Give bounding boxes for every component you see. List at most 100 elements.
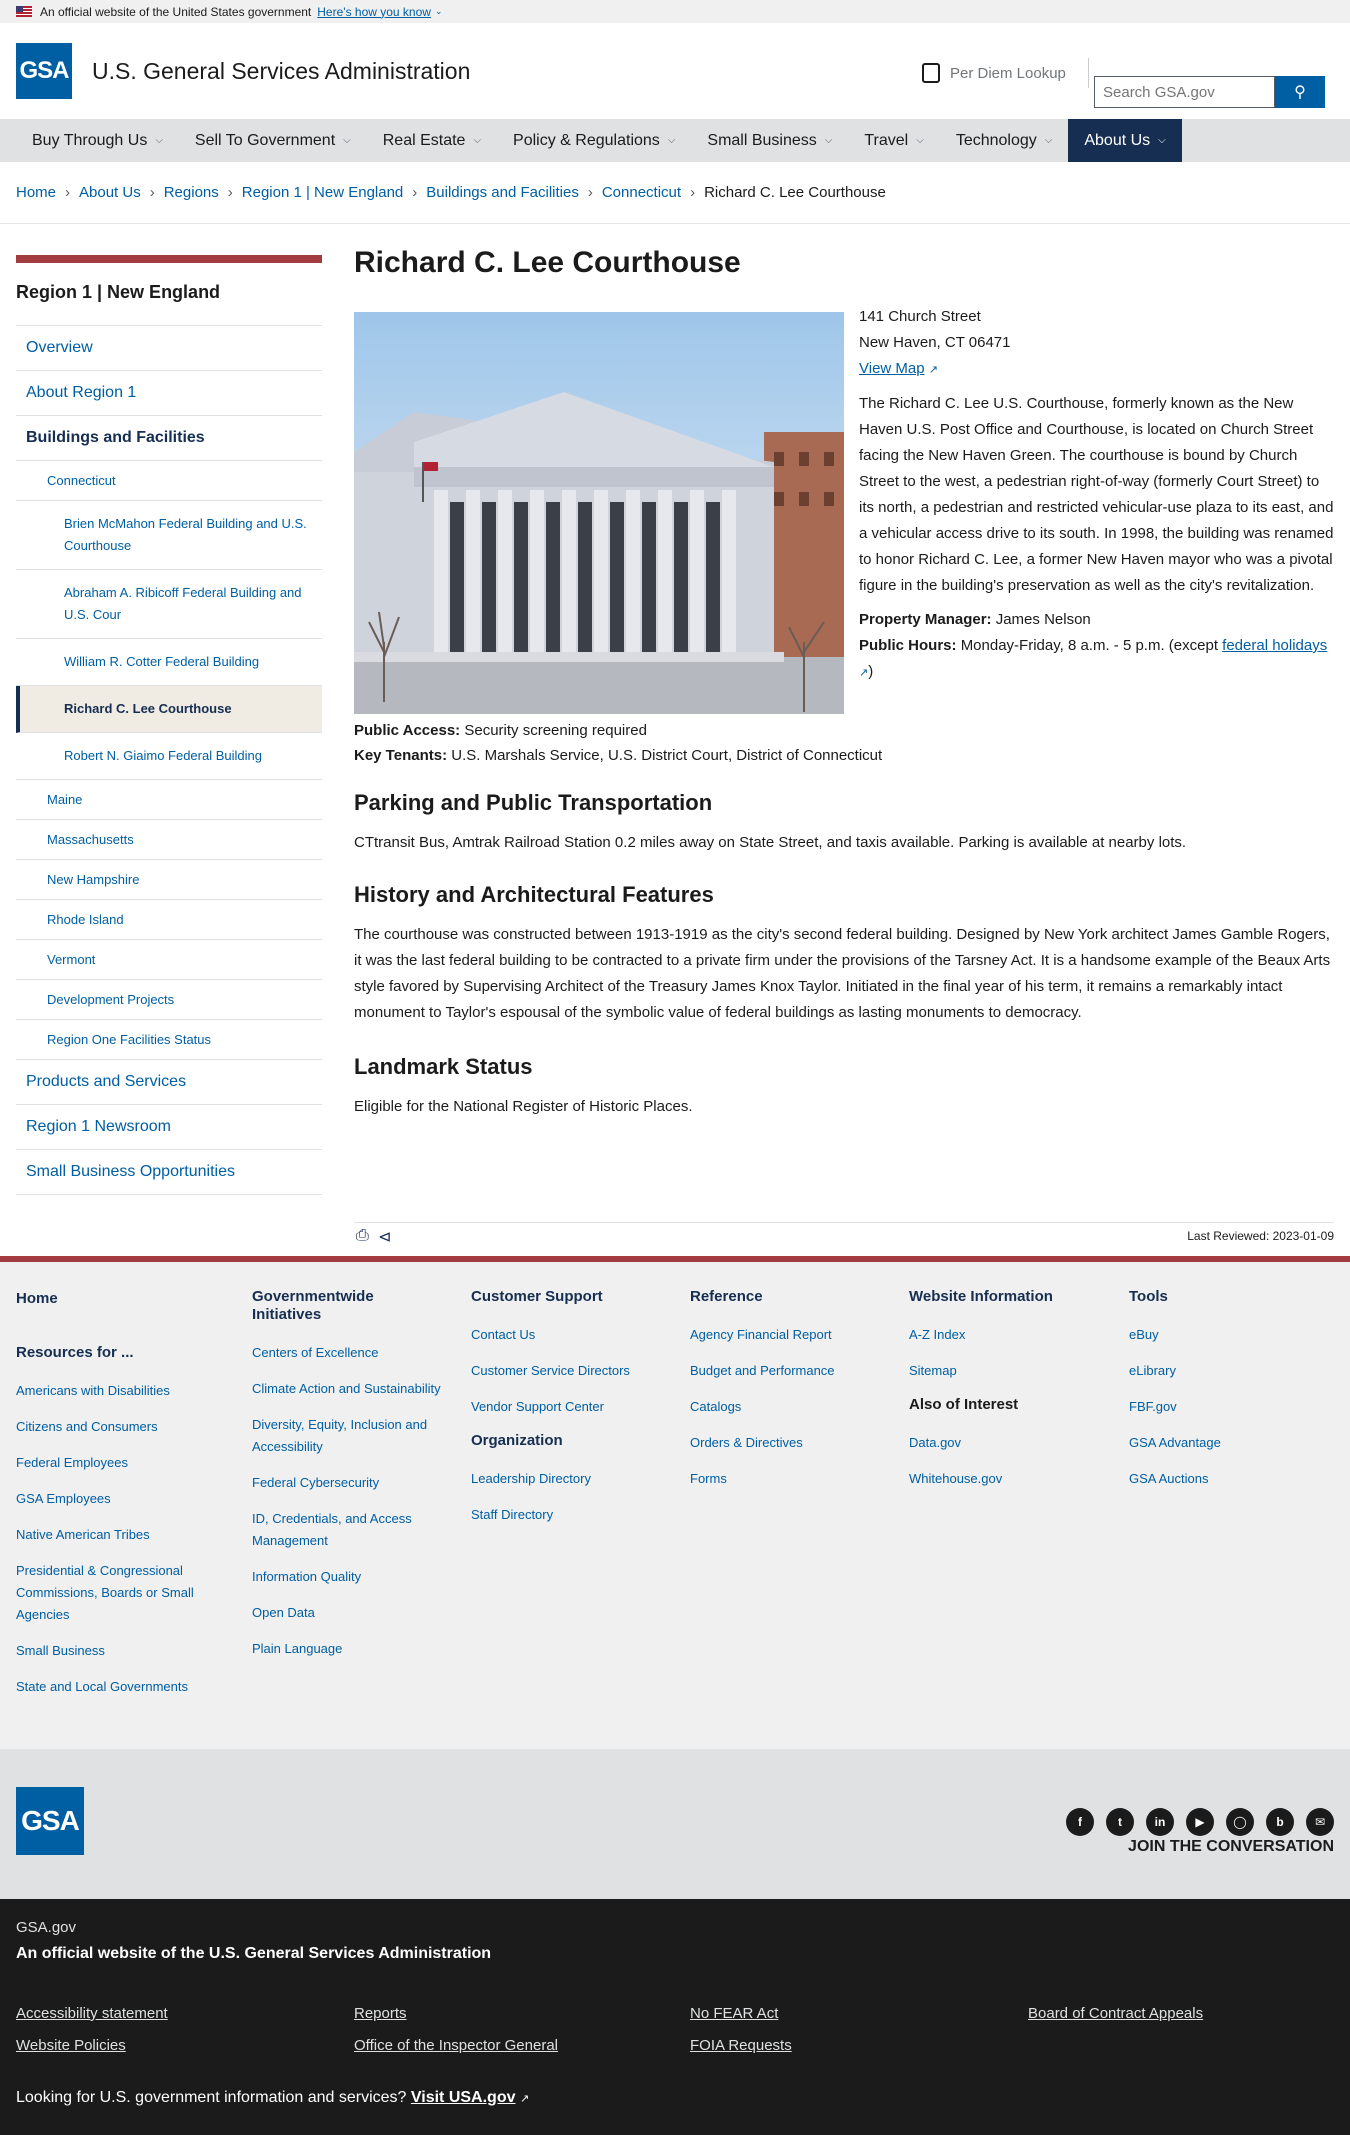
linkedin-icon[interactable]: in [1146,1808,1174,1836]
footer-link-diversity-equity-inclusion-and-accessibility[interactable]: Diversity, Equity, Inclusion and Accessi… [252,1414,447,1458]
footer-link-elibrary[interactable]: eLibrary [1129,1360,1319,1382]
email-icon[interactable]: ✉ [1306,1808,1334,1836]
chevron-down-icon: ⌵ [155,135,163,146]
gsa-logo[interactable]: GSA [16,43,72,99]
footer-link-presidential-congressional-commissions-boards-or-small-agencies[interactable]: Presidential & Congressional Commissions… [16,1560,216,1626]
breadcrumb-separator-icon: › [412,184,418,201]
how-you-know-link[interactable]: Here's how you know [317,5,431,19]
footer-link-information-quality[interactable]: Information Quality [252,1566,447,1588]
footer-link-id-credentials-and-access-management[interactable]: ID, Credentials, and Access Management [252,1508,447,1552]
footer-link-whitehouse-gov[interactable]: Whitehouse.gov [909,1468,1099,1490]
breadcrumb-regions[interactable]: Regions [164,184,219,201]
footer-link-native-american-tribes[interactable]: Native American Tribes [16,1524,216,1546]
gsa-footer-logo[interactable]: GSA [16,1787,84,1855]
nav-buy-through-us[interactable]: Buy Through Us ⌵ [16,119,179,162]
footer-link-budget-and-performance[interactable]: Budget and Performance [690,1360,880,1382]
sidebar-item-connecticut[interactable]: Connecticut [16,461,322,501]
instagram-icon[interactable]: ◯ [1226,1808,1254,1836]
footer-link-ebuy[interactable]: eBuy [1129,1324,1319,1346]
footer-link-contact-us[interactable]: Contact Us [471,1324,661,1346]
footer-link-forms[interactable]: Forms [690,1468,880,1490]
sidebar-item-william-r-cotter-federal-building[interactable]: William R. Cotter Federal Building [16,639,322,686]
per-diem-lookup-link[interactable]: Per Diem Lookup [922,58,1089,88]
footer-link-staff-directory[interactable]: Staff Directory [471,1504,661,1526]
breadcrumb-connecticut[interactable]: Connecticut [602,184,681,201]
footer-link-data-gov[interactable]: Data.gov [909,1432,1099,1454]
footer-link-sitemap[interactable]: Sitemap [909,1360,1099,1382]
footer-bottom-foia-requests[interactable]: FOIA Requests [690,2037,792,2054]
property-manager-value: James Nelson [995,611,1091,628]
breadcrumb-about-us[interactable]: About Us [79,184,141,201]
nav-technology[interactable]: Technology ⌵ [940,119,1069,162]
view-map-link[interactable]: View Map [859,360,925,377]
blog-icon[interactable]: b [1266,1808,1294,1836]
footer-link-citizens-and-consumers[interactable]: Citizens and Consumers [16,1416,216,1438]
courthouse-photo [354,312,844,714]
share-icon[interactable]: ⊲ [378,1227,391,1247]
search-button[interactable]: ⚲ [1275,76,1325,108]
footer-bottom-no-fear-act[interactable]: No FEAR Act [690,2005,778,2022]
footer-link-small-business[interactable]: Small Business [16,1640,216,1662]
nav-small-business[interactable]: Small Business ⌵ [691,119,848,162]
footer-link-state-and-local-governments[interactable]: State and Local Governments [16,1676,216,1698]
search-input[interactable] [1094,76,1275,108]
footer-bottom-office-of-the-inspector-general[interactable]: Office of the Inspector General [354,2037,558,2054]
breadcrumb-buildings-and-facilities[interactable]: Buildings and Facilities [426,184,579,201]
twitter-icon[interactable]: t [1106,1808,1134,1836]
footer-link-catalogs[interactable]: Catalogs [690,1396,880,1418]
footer-link-orders-directives[interactable]: Orders & Directives [690,1432,880,1454]
sidebar-item-richard-c-lee-courthouse[interactable]: Richard C. Lee Courthouse [16,686,322,733]
footer-link-plain-language[interactable]: Plain Language [252,1638,447,1660]
footer-link-open-data[interactable]: Open Data [252,1602,447,1624]
footer-home-link[interactable]: Home [16,1288,216,1310]
sidebar-item-massachusetts[interactable]: Massachusetts [16,820,322,860]
breadcrumb-region-1-new-england[interactable]: Region 1 | New England [242,184,404,201]
print-icon[interactable]: ⎙ [356,1227,369,1245]
sidebar-item-development-projects[interactable]: Development Projects [16,980,322,1020]
footer-link-americans-with-disabilities[interactable]: Americans with Disabilities [16,1380,216,1402]
external-link-icon: ↗ [928,364,938,376]
sidebar-item-about-region-1[interactable]: About Region 1 [16,371,322,416]
footer-bottom-board-of-contract-appeals[interactable]: Board of Contract Appeals [1028,2005,1203,2022]
sidebar-item-small-business-opportunities[interactable]: Small Business Opportunities [16,1150,322,1195]
sidebar-item-products-and-services[interactable]: Products and Services [16,1060,322,1105]
nav-sell-to-government[interactable]: Sell To Government ⌵ [179,119,367,162]
sidebar-item-brien-mcmahon-federal-building-and-u-s-courthouse[interactable]: Brien McMahon Federal Building and U.S. … [16,501,322,570]
youtube-icon[interactable]: ▶ [1186,1808,1214,1836]
sidebar-item-new-hampshire[interactable]: New Hampshire [16,860,322,900]
footer-link-gsa-employees[interactable]: GSA Employees [16,1488,216,1510]
footer-link-agency-financial-report[interactable]: Agency Financial Report [690,1324,880,1346]
footer-link-centers-of-excellence[interactable]: Centers of Excellence [252,1342,447,1364]
footer-link-federal-employees[interactable]: Federal Employees [16,1452,216,1474]
nav-travel[interactable]: Travel ⌵ [848,119,939,162]
footer-link-vendor-support-center[interactable]: Vendor Support Center [471,1396,661,1418]
nav-real-estate[interactable]: Real Estate ⌵ [367,119,497,162]
footer-bottom-accessibility-statement[interactable]: Accessibility statement [16,2005,168,2022]
footer-link-a-z-index[interactable]: A-Z Index [909,1324,1099,1346]
footer-link-leadership-directory[interactable]: Leadership Directory [471,1468,661,1490]
sidebar-item-region-1-newsroom[interactable]: Region 1 Newsroom [16,1105,322,1150]
sidebar-item-robert-n-giaimo-federal-building[interactable]: Robert N. Giaimo Federal Building [16,733,322,780]
sidebar-item-rhode-island[interactable]: Rhode Island [16,900,322,940]
sidebar-item-maine[interactable]: Maine [16,780,322,820]
footer-link-customer-service-directors[interactable]: Customer Service Directors [471,1360,661,1382]
nav-about-us[interactable]: About Us ⌵ [1068,119,1182,162]
visit-usa-gov-link[interactable]: Visit USA.gov [411,2089,516,2106]
footer-link-federal-cybersecurity[interactable]: Federal Cybersecurity [252,1472,447,1494]
footer-link-gsa-advantage[interactable]: GSA Advantage [1129,1432,1319,1454]
footer-link-climate-action-and-sustainability[interactable]: Climate Action and Sustainability [252,1378,447,1400]
footer-bottom-website-policies[interactable]: Website Policies [16,2037,126,2054]
footer-link-gsa-auctions[interactable]: GSA Auctions [1129,1468,1319,1490]
sidebar-item-overview[interactable]: Overview [16,326,322,371]
nav-policy-regulations[interactable]: Policy & Regulations ⌵ [497,119,691,162]
breadcrumb-home[interactable]: Home [16,184,56,201]
federal-holidays-link[interactable]: federal holidays [1222,637,1327,654]
footer-bottom-reports[interactable]: Reports [354,2005,407,2022]
sidebar-item-buildings-and-facilities[interactable]: Buildings and Facilities [16,416,322,461]
sidebar-item-vermont[interactable]: Vermont [16,940,322,980]
sidebar-item-region-one-facilities-status[interactable]: Region One Facilities Status [16,1020,322,1060]
facebook-icon[interactable]: f [1066,1808,1094,1836]
site-title[interactable]: U.S. General Services Administration [92,58,470,85]
sidebar-item-abraham-a-ribicoff-federal-building-and-u-s-cour[interactable]: Abraham A. Ribicoff Federal Building and… [16,570,322,639]
footer-link-fbf-gov[interactable]: FBF.gov [1129,1396,1319,1418]
